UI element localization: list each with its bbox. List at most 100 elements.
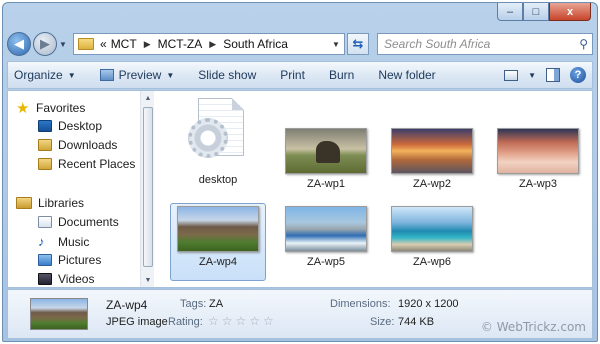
preview-button[interactable]: Preview ▼ (99, 68, 175, 82)
search-placeholder: Search South Africa (384, 37, 491, 51)
scroll-up-icon[interactable]: ▲ (141, 91, 155, 105)
nav-videos[interactable]: Videos (38, 272, 94, 286)
file-name: ZA-wp6 (413, 256, 451, 268)
search-input[interactable]: Search South Africa ⚲ (377, 33, 593, 55)
details-file-name: ZA-wp4 (106, 298, 148, 312)
search-icon[interactable]: ⚲ (579, 37, 588, 51)
preview-icon (99, 69, 114, 81)
scrollbar-thumb[interactable] (143, 107, 153, 267)
address-bar[interactable]: « MCT ▶ MCT-ZA ▶ South Africa ▼ (73, 33, 345, 55)
downloads-folder-icon (38, 139, 52, 151)
file-item-za-wp3[interactable]: ZA-wp3 (490, 125, 586, 203)
file-item-za-wp2[interactable]: ZA-wp2 (384, 125, 480, 203)
details-file-type: JPEG image (106, 316, 168, 328)
change-view-icon[interactable] (504, 69, 519, 81)
forward-button[interactable]: ▶ (33, 32, 57, 56)
close-button[interactable]: x (549, 3, 591, 21)
back-button[interactable]: ◀ (7, 32, 31, 56)
organize-label: Organize (14, 68, 63, 82)
nav-libraries[interactable]: Libraries (16, 196, 84, 210)
recent-places-icon (38, 158, 52, 170)
size-label: Size: (370, 316, 395, 328)
chevron-down-icon[interactable]: ▼ (528, 71, 536, 80)
address-row: ◀ ▶ ▼ « MCT ▶ MCT-ZA ▶ South Africa ▼ ⇆ … (7, 29, 593, 59)
nav-label: Videos (58, 272, 95, 286)
slideshow-button[interactable]: Slide show (198, 68, 256, 82)
nav-label: Recent Places (58, 157, 136, 171)
file-name: desktop (198, 174, 238, 186)
breadcrumb-item[interactable]: South Africa (223, 37, 288, 51)
command-bar: Organize ▼ Preview ▼ Slide show Print Bu… (7, 61, 593, 89)
content-area: ★ Favorites Desktop Downloads Recent Pla… (7, 90, 593, 288)
organize-button[interactable]: Organize ▼ (14, 68, 76, 82)
folder-icon (78, 38, 94, 50)
nav-documents[interactable]: Documents (38, 215, 119, 229)
image-thumbnail (285, 128, 367, 174)
nav-music[interactable]: ♪ Music (38, 234, 89, 249)
file-list: desktop ZA-wp1 ZA-wp2 ZA-wp3 ZA-wp4 ZA-w… (156, 91, 592, 287)
help-icon[interactable]: ? (570, 67, 586, 83)
rating-label: Rating: (168, 316, 203, 328)
file-name: ZA-wp4 (199, 256, 237, 268)
nav-recent-places[interactable]: Recent Places (38, 157, 135, 171)
print-button[interactable]: Print (280, 68, 305, 82)
chevron-right-icon[interactable]: ▶ (209, 39, 216, 50)
file-item-za-wp5[interactable]: ZA-wp5 (278, 203, 374, 281)
pictures-icon (38, 254, 52, 266)
nav-label: Music (58, 234, 90, 249)
recent-pages-dropdown[interactable]: ▼ (59, 40, 69, 49)
chevron-down-icon: ▼ (166, 70, 175, 80)
image-thumbnail (391, 128, 473, 174)
arrow-left-icon: ◀ (14, 36, 24, 51)
dimensions-label: Dimensions: (330, 298, 391, 310)
file-item-desktop[interactable]: desktop (170, 97, 266, 201)
nav-pictures[interactable]: Pictures (38, 253, 101, 267)
file-name: ZA-wp1 (307, 178, 345, 190)
burn-button[interactable]: Burn (329, 68, 354, 82)
file-name: ZA-wp5 (307, 256, 345, 268)
chevron-down-icon[interactable]: ▼ (328, 40, 344, 49)
minimize-button[interactable]: – (497, 3, 523, 21)
navigation-pane: ★ Favorites Desktop Downloads Recent Pla… (8, 91, 140, 287)
explorer-window: – □ x ◀ ▶ ▼ « MCT ▶ MCT-ZA ▶ South Afric… (2, 2, 598, 342)
tags-value[interactable]: ZA (209, 298, 223, 310)
settings-file-icon (188, 98, 248, 170)
image-thumbnail (177, 206, 259, 252)
music-icon: ♪ (38, 234, 45, 249)
refresh-button[interactable]: ⇆ (347, 33, 369, 55)
nav-label: Pictures (58, 253, 102, 267)
maximize-button[interactable]: □ (523, 3, 549, 21)
nav-scrollbar[interactable]: ▲ ▼ (140, 91, 154, 287)
documents-icon (38, 216, 52, 228)
file-name: ZA-wp2 (413, 178, 451, 190)
nav-label: Favorites (36, 101, 86, 115)
preview-pane-icon[interactable] (546, 68, 560, 82)
breadcrumb-overflow[interactable]: « (100, 37, 107, 51)
breadcrumb-item[interactable]: MCT-ZA (158, 37, 203, 51)
star-icon: ★ (16, 100, 30, 117)
file-item-za-wp1[interactable]: ZA-wp1 (278, 125, 374, 203)
nav-favorites[interactable]: ★ Favorites (16, 99, 85, 117)
tags-label: Tags: (180, 298, 207, 310)
arrow-right-icon: ▶ (40, 36, 50, 51)
nav-downloads[interactable]: Downloads (38, 138, 117, 152)
nav-desktop[interactable]: Desktop (38, 119, 102, 133)
desktop-icon (38, 120, 52, 132)
file-item-za-wp6[interactable]: ZA-wp6 (384, 203, 480, 281)
chevron-right-icon[interactable]: ▶ (144, 39, 151, 50)
image-thumbnail (391, 206, 473, 252)
selected-image-thumbnail (30, 298, 88, 330)
image-thumbnail (285, 206, 367, 252)
new-folder-button[interactable]: New folder (378, 68, 435, 82)
details-pane: ZA-wp4 JPEG image Tags: ZA Rating: ☆☆☆☆☆… (7, 289, 593, 339)
caption-buttons: – □ x (497, 3, 591, 21)
breadcrumb-item[interactable]: MCT (111, 37, 137, 51)
watermark: © WebTrickz.com (480, 320, 586, 334)
nav-label: Downloads (58, 138, 118, 152)
preview-label: Preview (118, 68, 162, 82)
file-item-za-wp4[interactable]: ZA-wp4 (170, 203, 266, 281)
gear-icon (188, 118, 228, 158)
rating-stars[interactable]: ☆☆☆☆☆ (208, 314, 277, 328)
scroll-down-icon[interactable]: ▼ (141, 273, 155, 287)
file-name: ZA-wp3 (519, 178, 557, 190)
